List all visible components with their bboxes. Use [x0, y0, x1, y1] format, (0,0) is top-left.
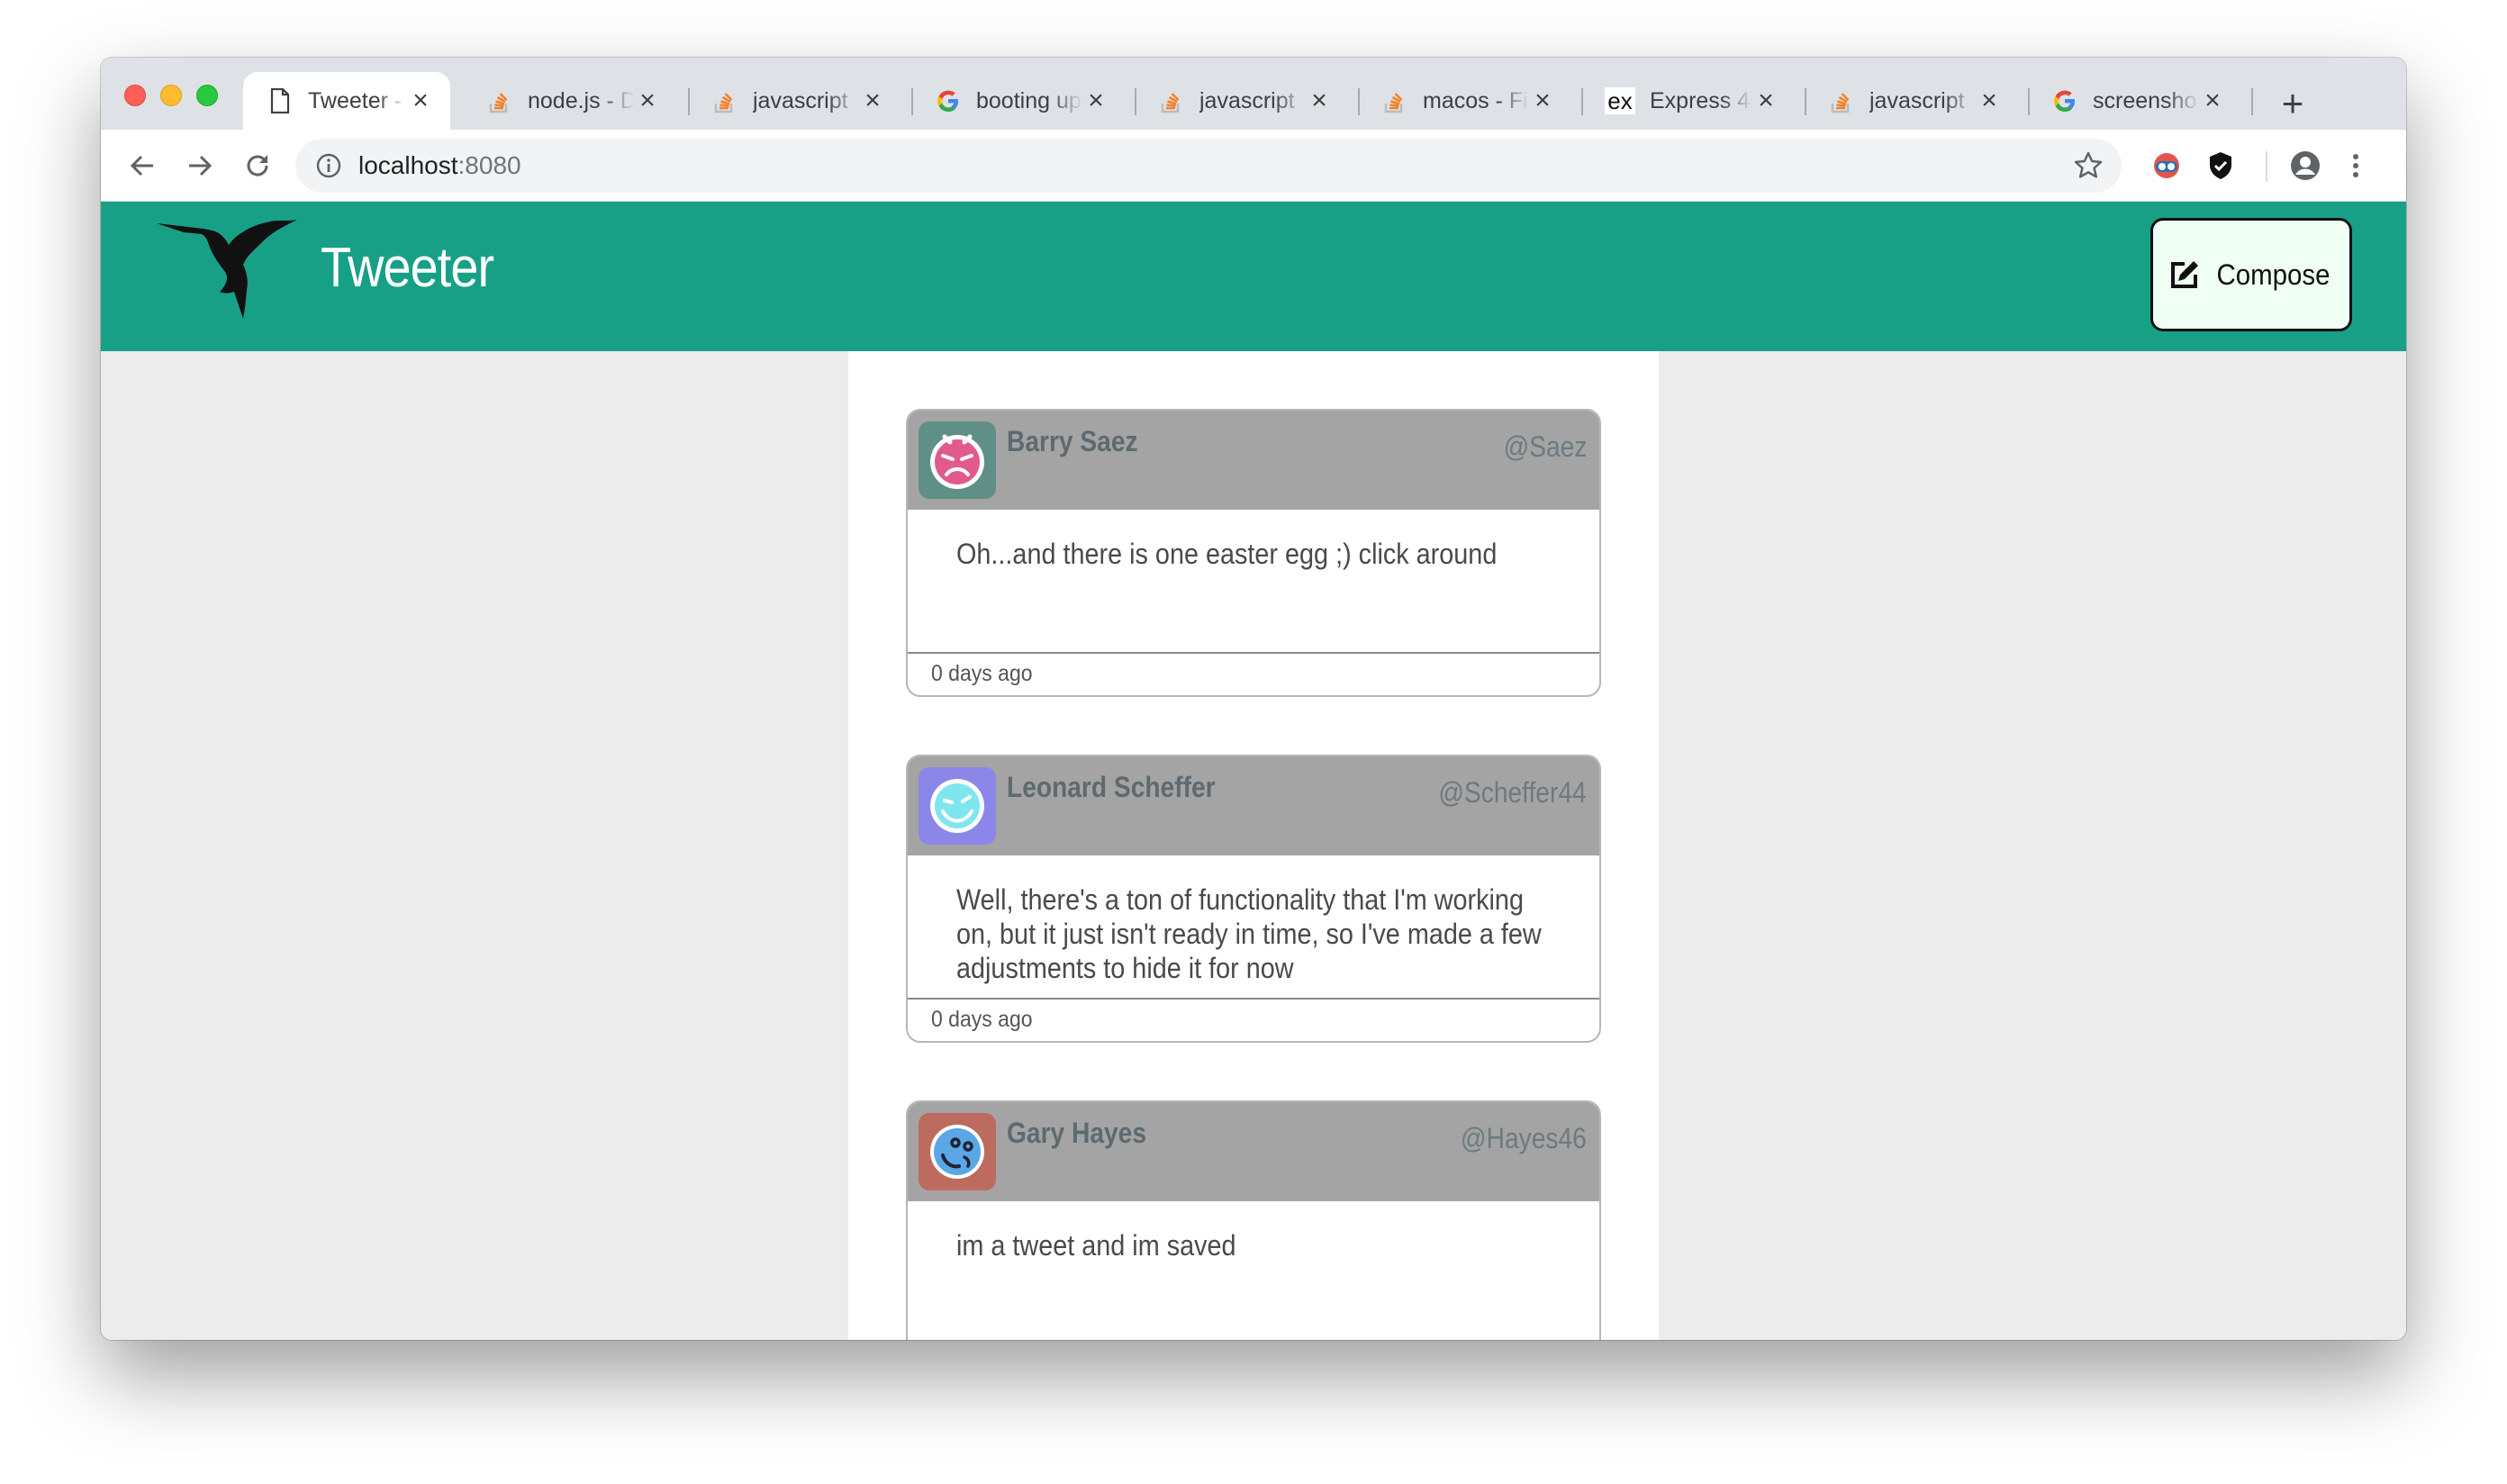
close-icon[interactable]: ×: [1529, 87, 1556, 114]
google-icon: [2051, 87, 2078, 114]
url-host: localhost: [358, 151, 458, 179]
tab-javascript-1[interactable]: javascript ×: [688, 72, 902, 130]
stackoverflow-icon: [1828, 87, 1855, 114]
tab-express[interactable]: ex Express 4. ×: [1581, 72, 1796, 130]
close-icon[interactable]: ×: [859, 87, 886, 114]
more-vertical-icon[interactable]: [2340, 149, 2372, 182]
tab-booting-up[interactable]: booting up ×: [911, 72, 1126, 130]
tweet-text: Oh...and there is one easter egg ;) clic…: [956, 538, 1498, 570]
stackoverflow-icon: [1158, 87, 1185, 114]
close-icon[interactable]: ×: [1082, 87, 1109, 114]
maximize-window-button[interactable]: [196, 85, 218, 106]
tab-title: javascript: [753, 87, 848, 113]
tab-screenshot[interactable]: screensho ×: [2028, 72, 2242, 130]
tweet-handle: @Saez: [1503, 430, 1587, 463]
address-bar[interactable]: localhost:8080: [295, 139, 2122, 193]
tweet-author: Barry Saez: [1007, 425, 1138, 457]
tweet-author: Gary Hayes: [1007, 1117, 1146, 1149]
close-icon[interactable]: ×: [1306, 87, 1333, 114]
tweet-author: Leonard Scheffer: [1007, 771, 1216, 803]
compose-label: Compose: [2215, 258, 2330, 291]
edit-icon: [2170, 261, 2198, 288]
tweet-handle: @Hayes46: [1461, 1122, 1587, 1154]
stackoverflow-icon: [486, 87, 513, 114]
close-icon[interactable]: ×: [407, 87, 434, 114]
tab-title: Tweeter -: [308, 87, 403, 113]
avatar: [919, 421, 996, 499]
tweet-timestamp: 0 days ago: [931, 661, 1033, 686]
tweet-text: im a tweet and im saved: [956, 1229, 1236, 1262]
compose-button[interactable]: Compose: [2150, 218, 2352, 331]
express-icon: ex: [1605, 87, 1635, 114]
extension-icon[interactable]: [2150, 149, 2183, 182]
back-button[interactable]: [122, 146, 162, 186]
tab-macos[interactable]: macos - Fi ×: [1358, 72, 1572, 130]
toolbar-divider: [2266, 151, 2267, 182]
url-port: :8080: [457, 151, 521, 179]
tweet-footer: 0 days ago: [908, 652, 1599, 695]
account-icon[interactable]: [2289, 149, 2321, 182]
tab-javascript-2[interactable]: javascript ×: [1135, 72, 1349, 130]
google-icon: [935, 87, 962, 114]
tab-title: Express 4.: [1650, 87, 1752, 113]
tweet-card: Gary Hayes @Hayes46 im a tweet and im sa…: [906, 1100, 1601, 1340]
page-content: Tweeter Compose Barry Saez @Saez Oh...an…: [101, 202, 2406, 1340]
tweet-header: Barry Saez @Saez: [908, 411, 1599, 510]
arrow-right-icon: [189, 155, 213, 176]
tab-title: javascript: [1869, 87, 1965, 113]
tweet-header: Gary Hayes @Hayes46: [908, 1102, 1599, 1201]
reload-button[interactable]: [238, 146, 277, 186]
dizzy-face-icon: [930, 1125, 984, 1179]
tab-title: booting up: [976, 87, 1082, 113]
site-header: Tweeter Compose: [101, 202, 2406, 351]
avatar: [919, 767, 996, 845]
tab-title: screensho: [2093, 87, 2197, 113]
reload-icon: [247, 155, 268, 176]
tab-title: macos - Fi: [1423, 87, 1528, 113]
tab-javascript-3[interactable]: javascript ×: [1805, 72, 2019, 130]
tab-separator: [2251, 88, 2253, 115]
stackoverflow-icon: [711, 87, 738, 114]
minimize-window-button[interactable]: [160, 85, 182, 106]
angry-face-icon: [930, 434, 984, 489]
tab-strip: Tweeter - × node.js - D × javascript × b…: [101, 58, 2406, 130]
tweet-timestamp: 0 days ago: [931, 1007, 1033, 1032]
tweet-card: Barry Saez @Saez Oh...and there is one e…: [906, 409, 1601, 697]
tweet-header: Leonard Scheffer @Scheffer44: [908, 756, 1599, 855]
page-icon: [267, 87, 294, 114]
close-icon[interactable]: ×: [1752, 87, 1779, 114]
happy-face-icon: [930, 779, 984, 833]
close-icon[interactable]: ×: [2199, 87, 2226, 114]
tweet-footer: 0 days ago: [908, 998, 1599, 1041]
tab-tweeter[interactable]: Tweeter - ×: [243, 72, 450, 130]
close-icon[interactable]: ×: [1976, 87, 2003, 114]
browser-window: Tweeter - × node.js - D × javascript × b…: [101, 58, 2406, 1340]
browser-toolbar: localhost:8080: [101, 130, 2406, 202]
url-text[interactable]: localhost:8080: [358, 139, 521, 193]
close-window-button[interactable]: [124, 85, 146, 106]
tab-title: node.js - D: [528, 87, 634, 113]
shield-icon[interactable]: [2204, 149, 2237, 182]
tab-title: javascript: [1199, 87, 1295, 113]
new-tab-button[interactable]: +: [2276, 85, 2309, 122]
avatar: [919, 1113, 996, 1190]
tweet-handle: @Scheffer44: [1438, 776, 1587, 809]
close-icon[interactable]: ×: [634, 87, 661, 114]
brand-title[interactable]: Tweeter: [321, 236, 494, 300]
forward-button[interactable]: [180, 146, 220, 186]
express-badge: ex: [1607, 86, 1633, 114]
tweet-feed: Barry Saez @Saez Oh...and there is one e…: [848, 351, 1659, 1340]
stackoverflow-icon: [1381, 87, 1408, 114]
hummingbird-logo-icon: [157, 220, 297, 319]
tab-nodejs[interactable]: node.js - D ×: [463, 72, 677, 130]
info-icon[interactable]: [315, 152, 342, 179]
tweet-card: Leonard Scheffer @Scheffer44 Well, there…: [906, 755, 1601, 1043]
tweet-text: Well, there's a ton of functionality tha…: [956, 883, 1542, 984]
arrow-left-icon: [130, 155, 153, 176]
star-icon[interactable]: [2073, 150, 2104, 181]
